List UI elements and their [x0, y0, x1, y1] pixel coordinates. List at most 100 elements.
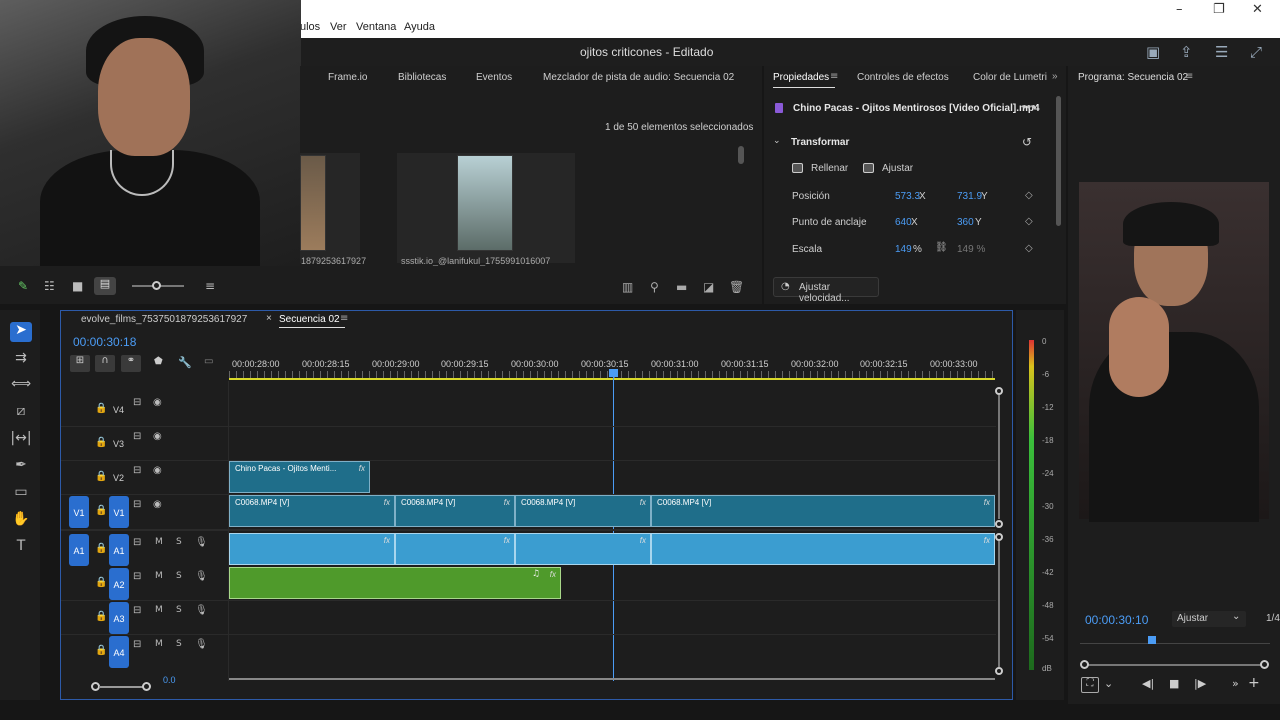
lock-icon[interactable]: 🔒 [95, 505, 107, 516]
zoom-handle-right[interactable] [142, 682, 151, 691]
anchor-y-value[interactable]: 360 [957, 217, 974, 228]
step-back-icon[interactable]: ◀| [1142, 677, 1154, 690]
zoom-handle-left[interactable] [1080, 660, 1089, 669]
snap-icon[interactable]: ∩ [95, 355, 115, 372]
close-tab-icon[interactable]: × [266, 313, 272, 324]
freeform-view-icon[interactable]: ▤ [94, 277, 116, 295]
lock-icon[interactable]: 🔒 [95, 577, 107, 588]
program-ruler[interactable] [1080, 643, 1270, 644]
clip-a1[interactable]: fx [515, 533, 651, 565]
reset-icon[interactable]: ↺ [1022, 135, 1032, 149]
eye-icon[interactable]: ◉ [153, 397, 162, 408]
eye-icon[interactable]: ◉ [153, 431, 162, 442]
scale-value[interactable]: 149 [895, 244, 912, 255]
tab-sequence-evolve[interactable]: evolve_films_7537501879253617927 [81, 314, 247, 325]
mute-button[interactable]: M [155, 571, 163, 581]
microphone-icon[interactable]: 🎙 [195, 537, 208, 548]
tab-frameio[interactable]: Frame.io [328, 72, 367, 83]
automate-to-sequence-icon[interactable]: ▥ [622, 280, 633, 294]
slip-tool-icon[interactable]: |↔| [10, 430, 32, 450]
add-button-icon[interactable]: + [1248, 675, 1260, 691]
sync-lock-icon[interactable]: ⊟ [133, 499, 141, 510]
resolution-dropdown[interactable]: 1/4 [1266, 613, 1280, 624]
solo-button[interactable]: S [176, 639, 182, 649]
lock-icon[interactable]: 🔒 [95, 471, 107, 482]
playhead-handle[interactable] [609, 369, 618, 377]
program-zoom-bar[interactable] [1084, 664, 1264, 666]
tab-effect-controls[interactable]: Controles de efectos [857, 72, 949, 83]
track-select-tool-icon[interactable]: ⇉ [10, 350, 32, 370]
tab-events[interactable]: Eventos [476, 72, 512, 83]
program-playhead[interactable] [1148, 636, 1156, 644]
more-tabs-icon[interactable]: » [1052, 71, 1058, 82]
microphone-icon[interactable]: 🎙 [195, 639, 208, 650]
clip-a1[interactable]: fx [395, 533, 515, 565]
minimize-icon[interactable]: – [1176, 2, 1183, 17]
more-options-icon[interactable]: ••• [1022, 99, 1036, 114]
fill-icon[interactable] [792, 163, 803, 173]
close-window-icon[interactable]: ✕ [1252, 2, 1263, 17]
video-scrollbar[interactable] [998, 395, 1000, 519]
link-icon[interactable]: ⛓ [935, 242, 948, 253]
add-marker-icon[interactable]: ⬟ [154, 356, 163, 367]
clip-v2[interactable]: Chino Pacas - Ojitos Menti... fx [229, 461, 370, 493]
program-video-frame[interactable] [1079, 182, 1269, 522]
clip-v1[interactable]: C0068.MP4 [V] fx [229, 495, 395, 527]
source-patch-v1[interactable]: V1 [69, 496, 89, 528]
sync-lock-icon[interactable]: ⊟ [133, 605, 141, 616]
panel-menu-icon[interactable]: ≡ [1185, 71, 1193, 82]
zoom-handle-right[interactable] [1260, 660, 1269, 669]
program-timecode[interactable]: 00:00:30:10 [1085, 613, 1148, 627]
fullscreen-icon[interactable]: ⤢ [1250, 43, 1262, 61]
timeline-timecode[interactable]: 00:00:30:18 [73, 335, 136, 349]
clip-v1[interactable]: C0068.MP4 [V] fx [395, 495, 515, 527]
work-area-bar[interactable] [229, 378, 995, 380]
chevron-down-icon[interactable]: ⌄ [1104, 677, 1113, 690]
workspaces-icon[interactable]: ☰ [1215, 43, 1228, 61]
find-icon[interactable]: ⚲ [650, 280, 659, 294]
properties-scrollbar[interactable] [1056, 96, 1061, 226]
microphone-icon[interactable]: 🎙 [195, 605, 208, 616]
fit-dropdown[interactable]: Ajustar ⌄ [1172, 611, 1246, 627]
tab-properties[interactable]: Propiedades [773, 72, 829, 83]
sync-lock-icon[interactable]: ⊟ [133, 537, 141, 548]
menu-item-help[interactable]: Ayuda [404, 21, 435, 33]
audio-scroll-handle[interactable] [995, 533, 1003, 541]
track-target-a2[interactable]: A2 [109, 568, 129, 600]
clip-v1[interactable]: C0068.MP4 [V] fx [515, 495, 651, 527]
track-target-a4[interactable]: A4 [109, 636, 129, 668]
new-item-icon[interactable]: ◪ [703, 280, 714, 294]
linked-selection-icon[interactable]: ⚭ [121, 355, 141, 372]
razor-tool-icon[interactable]: ⧄ [10, 403, 32, 423]
panel-menu-icon[interactable]: ≡ [830, 71, 838, 82]
share-icon[interactable]: ⇪ [1180, 43, 1193, 61]
tab-sequence-02[interactable]: Secuencia 02 [279, 314, 340, 325]
step-forward-icon[interactable]: |▶ [1194, 677, 1206, 690]
lock-icon[interactable]: 🔒 [95, 437, 107, 448]
sync-lock-icon[interactable]: ⊟ [133, 639, 141, 650]
captions-icon[interactable]: ▭ [204, 356, 213, 367]
clip-v1[interactable]: C0068.MP4 [V] fx [651, 495, 995, 527]
fit-icon[interactable] [863, 163, 874, 173]
rectangle-tool-icon[interactable]: ▭ [10, 484, 32, 504]
safe-margins-icon[interactable]: ⛶ [1081, 677, 1099, 693]
source-patch-a1[interactable]: A1 [69, 534, 89, 566]
pen-tool-icon[interactable]: ✒ [10, 457, 32, 477]
lock-icon[interactable]: 🔒 [95, 645, 107, 656]
track-height-value[interactable]: 0.0 [163, 675, 176, 685]
mute-button[interactable]: M [155, 639, 163, 649]
anchor-x-value[interactable]: 640 [895, 217, 912, 228]
video-scroll-handle[interactable] [995, 520, 1003, 528]
new-bin-icon[interactable]: ▬ [676, 280, 687, 294]
clip-a2[interactable]: ♫ fx [229, 567, 561, 599]
selection-tool-icon[interactable]: ➤ [10, 322, 32, 342]
project-item-1[interactable] [300, 153, 360, 263]
track-target-v1[interactable]: V1 [109, 496, 129, 528]
clip-a1[interactable]: fx [229, 533, 395, 565]
pencil-icon[interactable]: ✎ [18, 279, 28, 293]
quick-export-icon[interactable]: ▣ [1146, 43, 1160, 61]
solo-button[interactable]: S [176, 571, 182, 581]
mute-button[interactable]: M [155, 537, 163, 547]
fill-button[interactable]: Rellenar [811, 163, 848, 174]
restore-icon[interactable]: ❐ [1213, 2, 1225, 17]
